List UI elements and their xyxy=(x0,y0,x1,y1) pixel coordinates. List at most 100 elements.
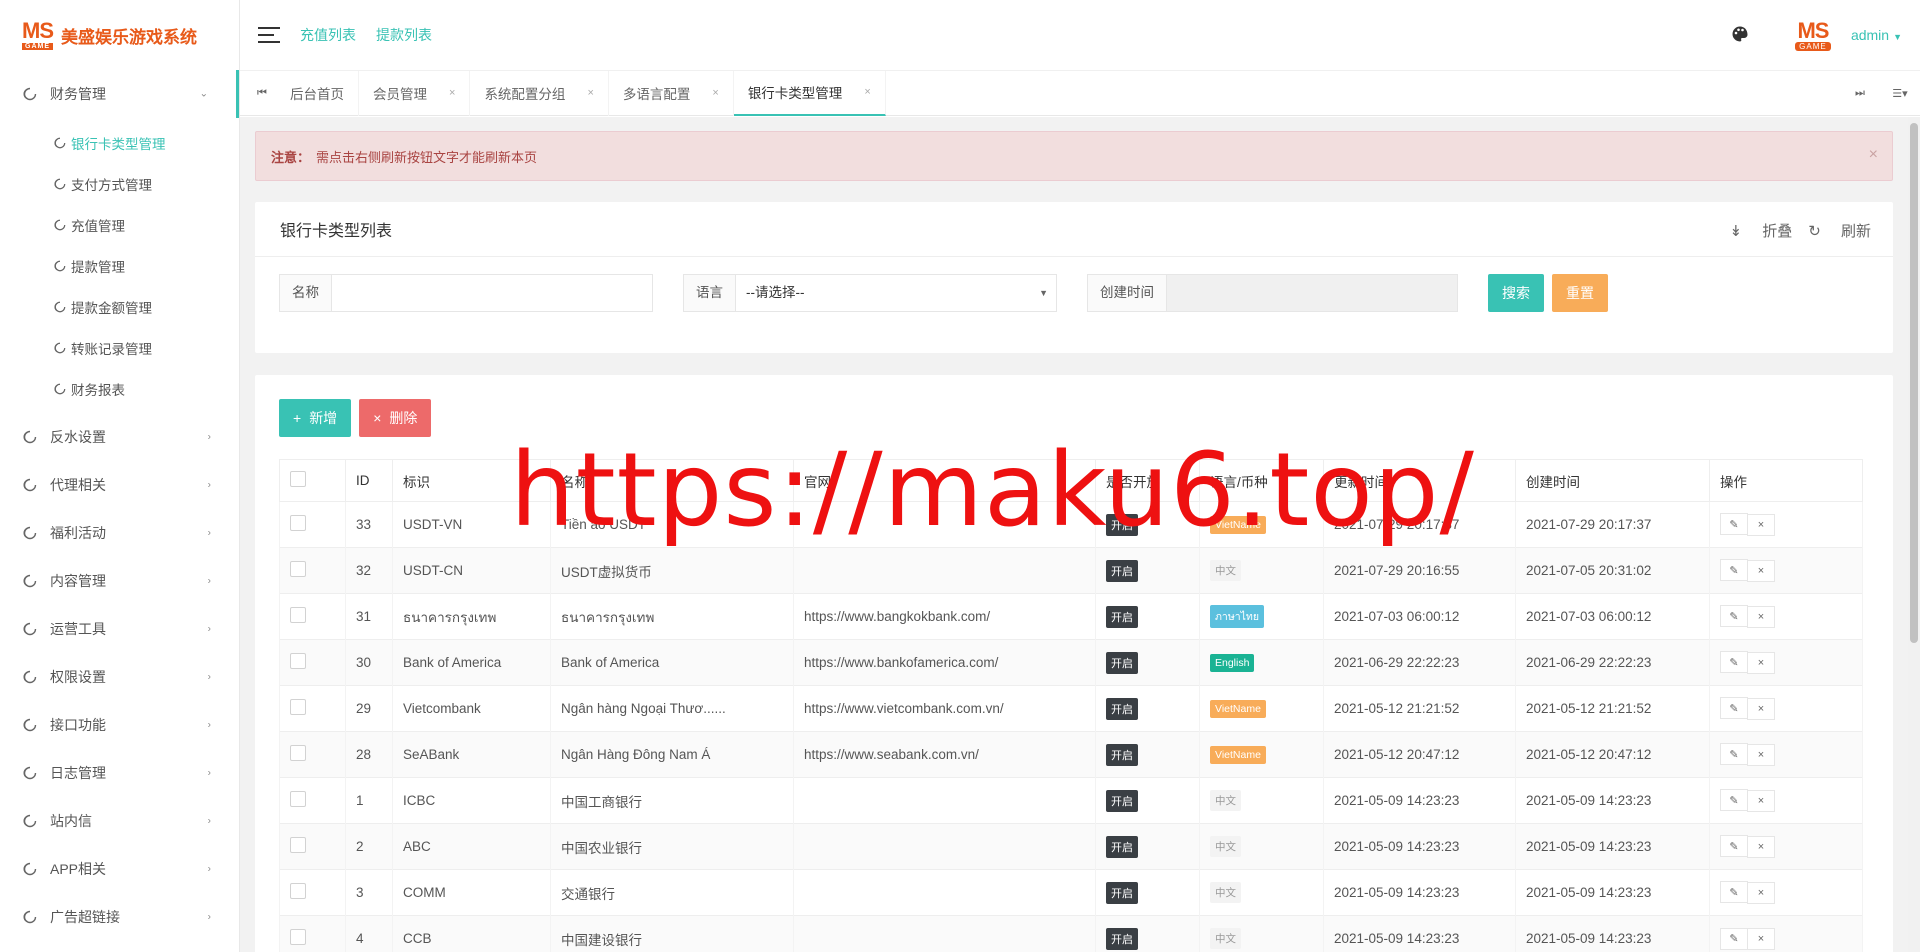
row-checkbox[interactable] xyxy=(290,883,306,899)
col-id[interactable]: ID xyxy=(345,459,393,502)
edit-icon[interactable]: ✎ xyxy=(1720,559,1748,582)
avatar[interactable]: MS GAME xyxy=(1787,15,1839,55)
delete-icon[interactable]: × xyxy=(1747,881,1775,904)
col-site[interactable]: 官网 xyxy=(793,459,1096,502)
sidebar-subitem[interactable]: 财务报表 xyxy=(0,368,239,409)
refresh-button[interactable]: ↻ 刷新 xyxy=(1808,220,1871,241)
row-checkbox[interactable] xyxy=(290,929,306,946)
edit-icon[interactable]: ✎ xyxy=(1720,513,1748,536)
table-row: 33 USDT-VN Tiền ảo USDT 开启 VietName 2021-07-2… xyxy=(279,501,1863,548)
col-lang[interactable]: 语言/币种 xyxy=(1199,459,1324,502)
search-button[interactable]: 搜索 xyxy=(1488,274,1544,312)
hamburger-icon[interactable] xyxy=(258,27,280,43)
sidebar-subitem[interactable]: 支付方式管理 xyxy=(0,163,239,204)
sidebar-menu-item[interactable]: 接口功能 › xyxy=(0,701,239,749)
tab-menu-icon[interactable]: ☰▾ xyxy=(1880,87,1920,100)
edit-icon[interactable]: ✎ xyxy=(1720,651,1748,674)
tab-item[interactable]: 会员管理 × xyxy=(359,70,471,116)
col-updated[interactable]: 更新时间 xyxy=(1323,459,1516,502)
header-link-recharge[interactable]: 充值列表 xyxy=(300,25,356,45)
sidebar-subitem[interactable]: 银行卡类型管理 xyxy=(0,122,239,163)
name-input[interactable] xyxy=(332,275,652,311)
row-checkbox[interactable] xyxy=(290,515,306,531)
delete-icon[interactable]: × xyxy=(1747,651,1775,674)
sidebar-menu-item[interactable]: 代理相关 › xyxy=(0,461,239,509)
col-name[interactable]: 名称 xyxy=(550,459,794,502)
close-icon[interactable]: × xyxy=(864,86,870,98)
avatar-sub: GAME xyxy=(1795,41,1831,51)
tab-scroll-left-icon[interactable]: ⏮ xyxy=(248,87,276,100)
delete-button[interactable]: × 删除 xyxy=(359,399,432,437)
edit-icon[interactable]: ✎ xyxy=(1720,881,1748,904)
delete-icon[interactable]: × xyxy=(1747,743,1775,766)
sidebar-menu-item[interactable]: 权限设置 › xyxy=(0,653,239,701)
col-created[interactable]: 创建时间 xyxy=(1515,459,1710,502)
created-date-input[interactable] xyxy=(1167,275,1457,311)
lang-select[interactable]: --请选择-- ▼ xyxy=(736,275,1056,311)
sidebar-menu-item[interactable]: 内容管理 › xyxy=(0,557,239,605)
sidebar-menu-label: 权限设置 xyxy=(50,669,106,685)
row-checkbox[interactable] xyxy=(290,607,306,623)
delete-icon[interactable]: × xyxy=(1747,605,1775,628)
sidebar-subitem[interactable]: 转账记录管理 xyxy=(0,327,239,368)
edit-icon[interactable]: ✎ xyxy=(1720,927,1748,950)
delete-icon[interactable]: × xyxy=(1747,928,1775,950)
reset-button[interactable]: 重置 xyxy=(1552,274,1608,312)
lang-badge: 中文 xyxy=(1210,928,1241,950)
edit-icon[interactable]: ✎ xyxy=(1720,605,1748,628)
delete-icon[interactable]: × xyxy=(1747,697,1775,720)
col-open[interactable]: 是否开放 xyxy=(1095,459,1200,502)
tab-item[interactable]: 后台首页 xyxy=(276,70,359,116)
cell-open: 开启 xyxy=(1095,639,1200,686)
edit-icon[interactable]: ✎ xyxy=(1720,789,1748,812)
tab-item[interactable]: 系统配置分组 × xyxy=(470,70,609,116)
close-icon[interactable]: × xyxy=(587,87,593,99)
scrollbar-thumb[interactable] xyxy=(1910,123,1918,643)
tab-item[interactable]: 多语言配置 × xyxy=(609,70,734,116)
user-menu[interactable]: admin ▼ xyxy=(1851,27,1902,43)
select-all-checkbox[interactable] xyxy=(290,471,306,487)
delete-icon[interactable]: × xyxy=(1747,789,1775,812)
delete-icon[interactable]: × xyxy=(1747,513,1775,536)
cell-code: Vietcombank xyxy=(392,685,551,732)
palette-icon[interactable] xyxy=(1731,25,1751,45)
sidebar-menu-item[interactable]: 反水设置 › xyxy=(0,413,239,461)
row-checkbox[interactable] xyxy=(290,699,306,715)
close-icon[interactable]: × xyxy=(449,87,455,99)
edit-icon[interactable]: ✎ xyxy=(1720,743,1748,766)
col-actions: 操作 xyxy=(1709,459,1863,502)
row-checkbox[interactable] xyxy=(290,561,306,577)
sidebar-subitem[interactable]: 充值管理 xyxy=(0,204,239,245)
sidebar-menu-item[interactable]: 站内信 › xyxy=(0,797,239,845)
row-checkbox[interactable] xyxy=(290,791,306,807)
add-button[interactable]: + 新增 xyxy=(279,399,352,437)
cell-updated: 2021-07-03 06:00:12 xyxy=(1323,593,1516,640)
close-icon[interactable]: × xyxy=(712,87,718,99)
sidebar-menu-item[interactable]: 日志管理 › xyxy=(0,749,239,797)
cell-open: 开启 xyxy=(1095,685,1200,732)
logo[interactable]: MS GAME 美盛娱乐游戏系统 xyxy=(0,0,239,70)
col-code[interactable]: 标识 xyxy=(392,459,551,502)
delete-icon[interactable]: × xyxy=(1747,835,1775,858)
edit-icon[interactable]: ✎ xyxy=(1720,697,1748,720)
sidebar-subitem[interactable]: 提款管理 xyxy=(0,245,239,286)
cell-name: Ngân Hàng Đông Nam Á xyxy=(550,731,794,778)
sidebar-menu-item[interactable]: APP相关 › xyxy=(0,845,239,893)
scrollbar[interactable] xyxy=(1908,117,1920,952)
row-checkbox[interactable] xyxy=(290,745,306,761)
menu-finance-header[interactable]: 财务管理 ⌄ xyxy=(0,70,239,118)
delete-icon[interactable]: × xyxy=(1747,559,1775,582)
logo-title: 美盛娱乐游戏系统 xyxy=(61,27,197,48)
close-icon[interactable]: × xyxy=(1869,146,1878,164)
collapse-button[interactable]: ↡ 折叠 xyxy=(1729,220,1792,241)
tab-scroll-right-icon[interactable]: ⏭ xyxy=(1840,87,1880,100)
row-checkbox[interactable] xyxy=(290,653,306,669)
sidebar-menu-item[interactable]: 运营工具 › xyxy=(0,605,239,653)
row-checkbox[interactable] xyxy=(290,837,306,853)
sidebar-menu-item[interactable]: 福利活动 › xyxy=(0,509,239,557)
header-link-withdraw[interactable]: 提款列表 xyxy=(376,25,432,45)
sidebar-menu-item[interactable]: 广告超链接 › xyxy=(0,893,239,941)
edit-icon[interactable]: ✎ xyxy=(1720,835,1748,858)
tab-item[interactable]: 银行卡类型管理 × xyxy=(733,70,886,116)
sidebar-subitem[interactable]: 提款金额管理 xyxy=(0,286,239,327)
